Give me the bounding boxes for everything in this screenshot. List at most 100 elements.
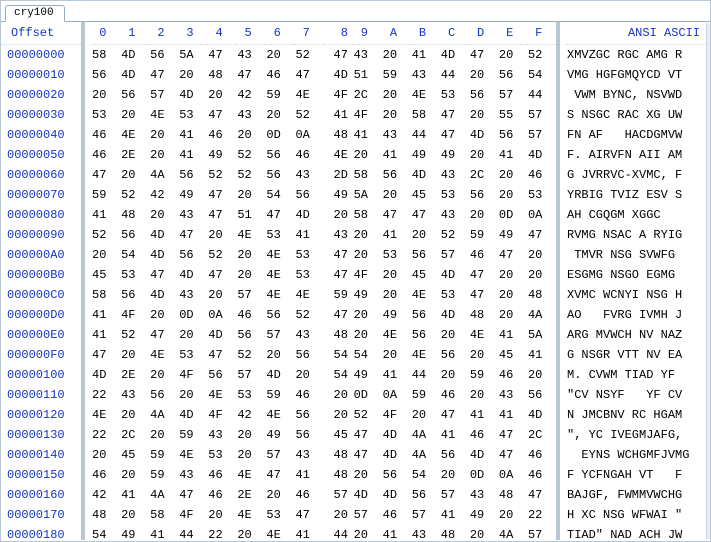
hex-byte[interactable]: 47 <box>324 265 353 285</box>
hex-byte[interactable]: 4F <box>207 405 236 425</box>
offset-cell[interactable]: 00000050 <box>1 145 81 165</box>
hex-byte[interactable]: 47 <box>149 325 178 345</box>
hex-byte[interactable]: 20 <box>469 145 498 165</box>
hex-byte[interactable]: 57 <box>265 445 294 465</box>
hex-byte[interactable]: 48 <box>469 305 498 325</box>
hex-byte[interactable]: 58 <box>353 165 382 185</box>
hex-byte[interactable]: 41 <box>440 505 469 525</box>
hex-byte[interactable]: 53 <box>207 445 236 465</box>
hex-byte[interactable]: 4E <box>265 525 294 540</box>
hex-byte[interactable]: 20 <box>236 125 265 145</box>
hex-byte[interactable]: 43 <box>178 285 207 305</box>
hex-byte[interactable]: 49 <box>207 145 236 165</box>
hex-byte[interactable]: 20 <box>469 385 498 405</box>
hex-byte[interactable]: 52 <box>353 405 382 425</box>
hex-byte[interactable]: 48 <box>324 445 353 465</box>
hex-byte[interactable]: 58 <box>149 505 178 525</box>
ascii-cell[interactable]: TIAD" NAD ACH JW <box>566 525 710 540</box>
hex-byte[interactable]: 4D <box>149 285 178 305</box>
hex-byte[interactable]: 53 <box>91 105 120 125</box>
hex-byte[interactable]: 4D <box>178 265 207 285</box>
offset-cell[interactable]: 00000000 <box>1 45 81 66</box>
ascii-cell[interactable]: FN AF HACDGMVW <box>566 125 710 145</box>
hex-byte[interactable]: 20 <box>498 285 527 305</box>
hex-byte[interactable]: 53 <box>294 245 323 265</box>
hex-byte[interactable]: 4E <box>120 125 149 145</box>
hex-byte[interactable]: 41 <box>382 365 411 385</box>
hex-byte[interactable]: 53 <box>178 345 207 365</box>
hex-byte[interactable]: 4D <box>469 445 498 465</box>
hex-byte[interactable]: 4F <box>353 265 382 285</box>
ascii-cell[interactable]: ESGMG NSGO EGMG <box>566 265 710 285</box>
hex-byte[interactable]: 20 <box>236 265 265 285</box>
hex-byte[interactable]: 20 <box>91 245 120 265</box>
offset-cell[interactable]: 00000110 <box>1 385 81 405</box>
hex-byte[interactable]: 4E <box>91 405 120 425</box>
hex-byte[interactable]: 55 <box>498 105 527 125</box>
hex-byte[interactable]: 47 <box>469 265 498 285</box>
hex-byte[interactable]: 43 <box>294 445 323 465</box>
hex-byte[interactable]: 2D <box>324 165 353 185</box>
hex-byte[interactable]: 56 <box>120 85 149 105</box>
hex-byte[interactable]: 56 <box>265 145 294 165</box>
hex-byte[interactable]: 2C <box>120 425 149 445</box>
hex-byte[interactable]: 43 <box>120 385 149 405</box>
hex-byte[interactable]: 41 <box>353 125 382 145</box>
ascii-cell[interactable]: AO FVRG IVMH J <box>566 305 710 325</box>
offset-cell[interactable]: 000000D0 <box>1 305 81 325</box>
offset-cell[interactable]: 00000070 <box>1 185 81 205</box>
hex-byte[interactable]: 4E <box>178 445 207 465</box>
hex-byte[interactable]: 48 <box>120 205 149 225</box>
hex-byte[interactable]: 20 <box>498 165 527 185</box>
hex-byte[interactable]: 56 <box>294 185 323 205</box>
offset-cell[interactable]: 00000100 <box>1 365 81 385</box>
hex-byte[interactable]: 20 <box>120 345 149 365</box>
hex-byte[interactable]: 4D <box>440 305 469 325</box>
hex-byte[interactable]: 41 <box>440 425 469 445</box>
hex-byte[interactable]: 57 <box>236 365 265 385</box>
ascii-cell[interactable]: G NSGR VTT NV EA <box>566 345 710 365</box>
hex-byte[interactable]: 46 <box>91 465 120 485</box>
hex-byte[interactable]: 58 <box>91 285 120 305</box>
vertical-scrollbar[interactable] <box>706 23 710 539</box>
hex-byte[interactable]: 43 <box>324 225 353 245</box>
offset-cell[interactable]: 00000140 <box>1 445 81 465</box>
hex-byte[interactable]: 53 <box>236 385 265 405</box>
hex-byte[interactable]: 42 <box>236 85 265 105</box>
hex-byte[interactable]: 20 <box>236 445 265 465</box>
hex-byte[interactable]: 49 <box>265 425 294 445</box>
hex-byte[interactable]: 47 <box>440 105 469 125</box>
hex-byte[interactable]: 57 <box>411 505 440 525</box>
hex-byte[interactable]: 56 <box>411 485 440 505</box>
offset-cell[interactable]: 00000130 <box>1 425 81 445</box>
hex-byte[interactable]: 56 <box>178 245 207 265</box>
hex-byte[interactable]: 47 <box>91 345 120 365</box>
hex-byte[interactable]: 4E <box>149 345 178 365</box>
hex-byte[interactable]: 41 <box>120 485 149 505</box>
hex-byte[interactable]: 4E <box>265 245 294 265</box>
hex-byte[interactable]: 45 <box>411 185 440 205</box>
hex-byte[interactable]: 56 <box>382 165 411 185</box>
hex-byte[interactable]: 49 <box>469 505 498 525</box>
hex-byte[interactable]: 46 <box>294 145 323 165</box>
hex-byte[interactable]: 47 <box>382 205 411 225</box>
hex-byte[interactable]: 2C <box>527 425 556 445</box>
offset-cell[interactable]: 00000170 <box>1 505 81 525</box>
hex-byte[interactable]: 41 <box>382 525 411 540</box>
hex-byte[interactable]: 56 <box>149 385 178 405</box>
hex-byte[interactable]: 41 <box>498 325 527 345</box>
hex-byte[interactable]: 4F <box>324 85 353 105</box>
hex-byte[interactable]: 49 <box>353 365 382 385</box>
hex-byte[interactable]: 44 <box>411 125 440 145</box>
hex-byte[interactable]: 20 <box>265 345 294 365</box>
hex-byte[interactable]: 20 <box>294 365 323 385</box>
hex-byte[interactable]: 20 <box>207 85 236 105</box>
hex-byte[interactable]: 59 <box>265 85 294 105</box>
hex-byte[interactable]: 20 <box>207 285 236 305</box>
hex-byte[interactable]: 5A <box>178 45 207 66</box>
ascii-cell[interactable]: ARG MVWCH NV NAZ <box>566 325 710 345</box>
hex-byte[interactable]: 54 <box>411 465 440 485</box>
hex-byte[interactable]: 20 <box>353 305 382 325</box>
hex-byte[interactable]: 20 <box>120 105 149 125</box>
hex-byte[interactable]: 54 <box>91 525 120 540</box>
